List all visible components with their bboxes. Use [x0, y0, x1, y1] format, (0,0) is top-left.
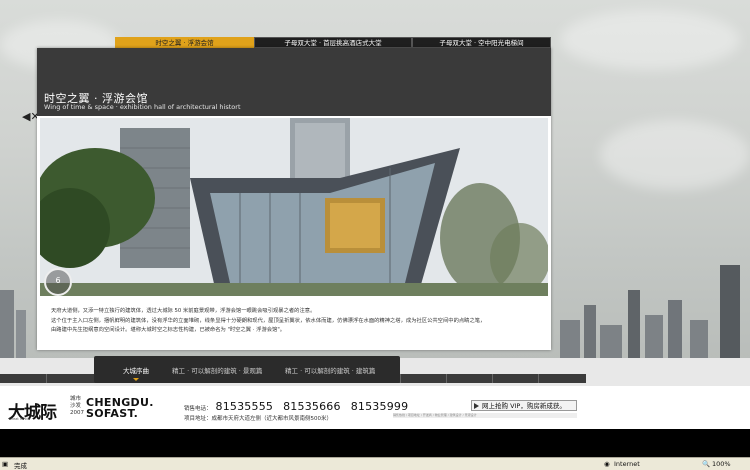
tagline: 城市 沙发 2007 — [70, 396, 84, 417]
nav-link-prelude[interactable]: 大城序曲 — [123, 365, 149, 375]
building-photo — [40, 118, 548, 296]
panel-description: 天府大道侧，又添一特立独行的建筑体，透过大城际 50 米前庭景观带，浮游会馆一眼… — [51, 307, 541, 336]
panel-header: 时空之翼 · 浮游会馆 Wing of time & space · exhib… — [37, 48, 551, 116]
tab-hotel-lobby[interactable]: 子母双大堂 · 首层挑高酒店式大堂 — [254, 37, 412, 48]
architecture-illustration — [40, 118, 548, 296]
status-icon: ▣ — [2, 460, 9, 468]
tab-floating-club[interactable]: 时空之翼 · 浮游会馆 — [115, 37, 254, 48]
project-address: 项目地址：成都市天府大道左侧（近大都市风景南侧500米） — [184, 416, 332, 422]
browser-status-bar: ▣ 完成 ◉ Internet 🔍 100% — [0, 457, 750, 470]
content-panel: 时空之翼 · 浮游会馆 Wing of time & space · exhib… — [37, 48, 551, 350]
tab-sky-elevator[interactable]: 子母双大堂 · 空中阳光电梯间 — [412, 37, 551, 48]
brand-line: SOFAST. — [86, 407, 139, 420]
cloud — [600, 120, 750, 190]
nav-link-landscape[interactable]: 精工 · 可以解剖的建筑 · 景观篇 — [172, 365, 262, 375]
vip-button[interactable]: 网上抢购 VIP，购房新成获。 — [471, 400, 577, 411]
brand-english: CHENGDU. SOFAST. — [86, 397, 154, 419]
phone-number: 81535666 — [283, 400, 341, 413]
phone-number: 81535555 — [215, 400, 274, 413]
bottom-band — [0, 429, 750, 457]
internet-zone-icon: ◉ — [604, 460, 610, 468]
description-line: 这个位于主入口左侧，捆帆鲜明的建筑体，没有浮华的立面堆砌，线条显得十分硬朗和现代… — [51, 317, 486, 324]
description-line: 由路建中先生担纲意向空间设计。堪称大城时空之标志性构建，已被命名为 "时空之翼 … — [51, 327, 286, 333]
phone-number: 81535999 — [350, 400, 409, 413]
tagline-line: 城市 — [70, 396, 82, 402]
tagline-line: 沙发 — [70, 403, 82, 409]
cloud — [560, 10, 740, 70]
phone-label: 销售电话： — [184, 406, 212, 412]
page-badge[interactable]: 6 — [44, 268, 72, 296]
panel-subtitle: Wing of time & space · exhibition hall o… — [44, 103, 241, 111]
internet-zone: Internet — [614, 460, 640, 468]
footer: 大城际 Great Circle 城市 沙发 2007 CHENGDU. SOF… — [0, 386, 750, 429]
tagline-line: 2007 — [70, 410, 84, 416]
zoom-level[interactable]: 100% — [712, 460, 731, 468]
zoom-icon[interactable]: 🔍 — [702, 460, 710, 468]
section-nav: 大城序曲 精工 · 可以解剖的建筑 · 景观篇 精工 · 可以解剖的建筑 · 建… — [94, 356, 400, 383]
logo-subtitle: Great Circle — [9, 417, 30, 421]
sales-phones: 销售电话： 81535555 81535666 81535999 — [184, 400, 414, 413]
footer-ticker: 销售热线 / 项目地址 / 开发商 / 物业管理 / 建筑设计 / 景观设计 — [393, 413, 577, 418]
nav-link-architecture[interactable]: 精工 · 可以解剖的建筑 · 建筑篇 — [285, 365, 375, 375]
description-line: 天府大道侧，又添一特立独行的建筑体，透过大城际 50 米前庭景观带，浮游会馆一眼… — [51, 308, 316, 314]
